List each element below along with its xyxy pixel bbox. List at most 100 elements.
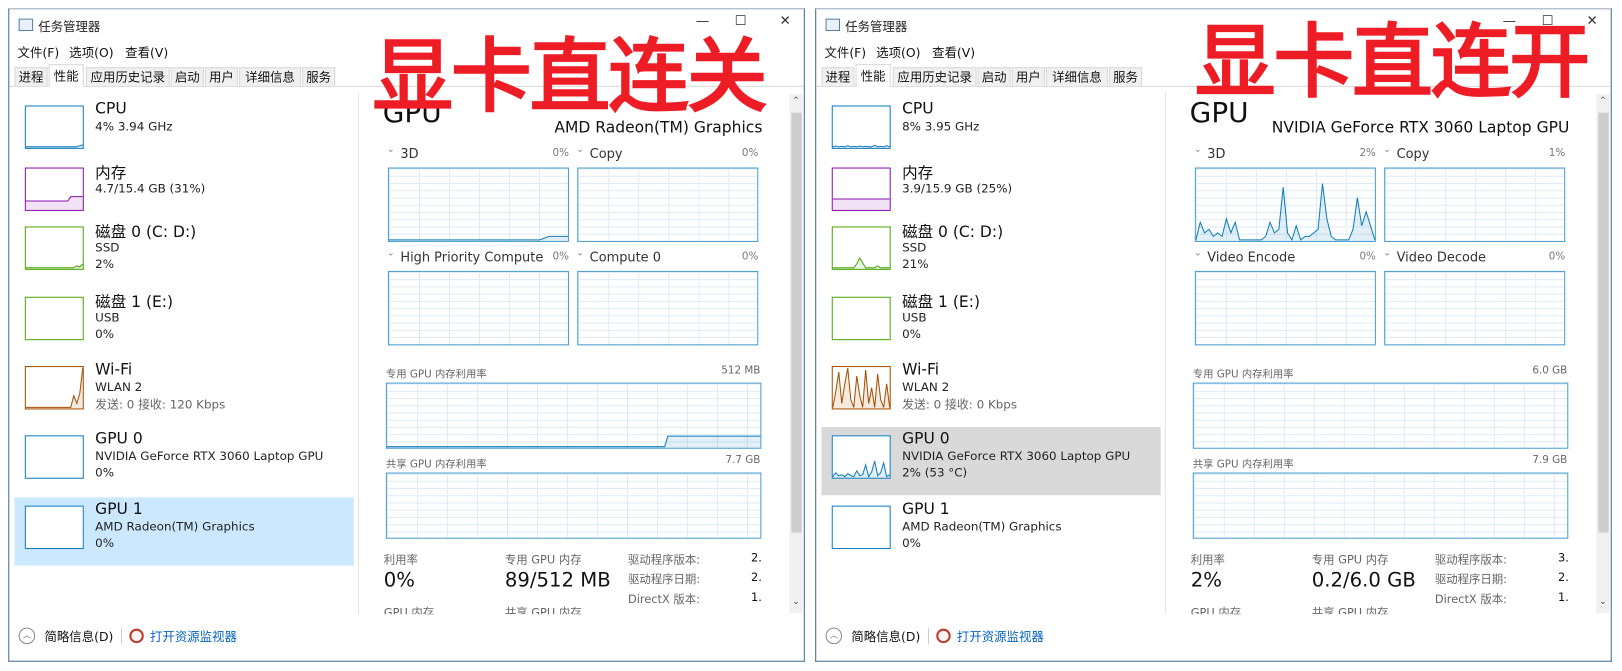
sidebar-thumbnail-graph [831, 226, 891, 270]
engine-label[interactable]: Copy [590, 146, 623, 162]
property-name: 驱动程序版本: [1434, 553, 1507, 567]
dedicated-memory-usage [386, 435, 761, 448]
engine-graph [387, 270, 569, 346]
menu-item[interactable]: 选项(O) [876, 43, 920, 61]
tab-1[interactable]: 性能 [855, 64, 891, 87]
engine-label[interactable]: 3D [1207, 146, 1225, 162]
tab-6[interactable]: 服务 [302, 67, 336, 86]
chevron-down-icon[interactable]: ⌄ [1194, 145, 1202, 155]
tab-0[interactable]: 进程 [821, 67, 855, 86]
thumbnail-sparkline [832, 256, 890, 269]
thumbnail-sparkline [25, 196, 83, 210]
sidebar-item-detail: 0% [95, 326, 115, 342]
tab-1[interactable]: 性能 [48, 64, 84, 87]
property-name: 驱动程序版本: [627, 553, 701, 567]
tab-2[interactable]: 应用历史记录 [85, 67, 170, 86]
engine-graph [387, 167, 569, 242]
engine-percent: 2% [1359, 147, 1376, 160]
overlay-caption-off: 显卡直连关 [372, 31, 767, 125]
menu-item[interactable]: 文件(F) [824, 43, 866, 61]
tab-6[interactable]: 服务 [1108, 67, 1143, 86]
thumbnail-sparkline-line [832, 144, 890, 148]
property-value: 2. [751, 570, 762, 585]
sidebar-item-detail: 0% [902, 535, 921, 551]
collapse-chevron-icon[interactable]: ︿ [18, 627, 36, 645]
sidebar-item-detail: 21% [902, 256, 929, 271]
engine-label[interactable]: Video Encode [1207, 249, 1295, 265]
sidebar-item-detail: 8% 3.95 GHz [902, 118, 980, 134]
sidebar-item-detail: WLAN 2 [902, 379, 950, 394]
sidebar-item-title: 磁盘 1 (E:) [95, 292, 174, 312]
thumbnail-sparkline [832, 460, 890, 478]
scroll-up-arrow[interactable]: ⌃ [1596, 96, 1609, 106]
tab-0[interactable]: 进程 [14, 67, 48, 86]
chevron-down-icon[interactable]: ⌄ [1194, 248, 1202, 258]
menu-item[interactable]: 文件(F) [18, 43, 60, 61]
chevron-down-icon[interactable]: ⌄ [1383, 145, 1391, 155]
property-value: 1. [751, 590, 762, 604]
chevron-down-icon[interactable]: ⌄ [387, 145, 395, 155]
sidebar-item-title: Wi-Fi [95, 359, 133, 379]
utilization-label: 利用率 [1190, 553, 1225, 567]
sidebar-thumbnail-graph [831, 296, 891, 341]
thumbnail-sparkline [25, 144, 83, 148]
collapse-chevron-icon[interactable]: ︿ [825, 627, 843, 645]
overlay-caption-on: 显卡直连开 [1194, 16, 1590, 110]
scrollbar-thumb[interactable] [1598, 112, 1609, 533]
sidebar-item-detail: 0% [95, 465, 115, 480]
tab-2[interactable]: 应用历史记录 [892, 67, 977, 86]
engine-label[interactable]: Copy [1397, 146, 1430, 162]
tab-4[interactable]: 用户 [1011, 67, 1045, 86]
engine-graph [1194, 167, 1376, 242]
tab-4[interactable]: 用户 [204, 67, 238, 86]
sidebar-item-detail: 4% 3.94 GHz [95, 118, 173, 134]
scrollbar-thumb[interactable] [791, 112, 802, 533]
sidebar-item-title: CPU [95, 99, 127, 118]
sidebar-item-title: Wi-Fi [902, 359, 940, 379]
resource-monitor-icon [936, 628, 951, 644]
engine-label[interactable]: Video Decode [1397, 249, 1486, 265]
sidebar-item-detail: NVIDIA GeForce RTX 3060 Laptop GPU [95, 448, 324, 464]
scroll-down-arrow[interactable]: ⌄ [1596, 597, 1609, 607]
chevron-down-icon[interactable]: ⌄ [576, 248, 584, 258]
open-resource-monitor-link[interactable]: 打开资源监视器 [150, 628, 237, 646]
sidebar-item-title: GPU 1 [902, 499, 950, 519]
scroll-up-arrow[interactable]: ⌃ [789, 96, 802, 106]
tab-5[interactable]: 详细信息 [238, 67, 302, 86]
menu-item[interactable]: 查看(V) [125, 43, 168, 61]
chevron-down-icon[interactable]: ⌄ [1383, 248, 1391, 258]
engine-label[interactable]: High Priority Compute [400, 249, 543, 265]
scroll-down-arrow[interactable]: ⌄ [789, 597, 802, 607]
performance-content: CPU 4% 3.94 GHz 内存 4.7/15.4 GB (31%) 磁盘 0 (C… [9, 87, 803, 615]
engine-percent: 1% [1548, 147, 1566, 160]
engine-label[interactable]: 3D [400, 146, 418, 162]
panel-divider [357, 92, 359, 615]
dedicated-memory-label: 专用 GPU 内存利用率 [1192, 369, 1294, 381]
thumbnail-sparkline-area [832, 199, 890, 210]
engine-label[interactable]: Compute 0 [590, 249, 661, 265]
property-value: 3. [1557, 551, 1569, 565]
tab-3[interactable]: 启动 [170, 67, 204, 86]
menu-item[interactable]: 选项(O) [69, 43, 113, 61]
sidebar-thumbnail-graph [24, 226, 84, 270]
menu-item[interactable]: 查看(V) [932, 43, 975, 61]
sidebar-thumbnail-graph [24, 505, 84, 550]
sidebar-item-detail: AMD Radeon(TM) Graphics [902, 519, 1062, 534]
chevron-down-icon[interactable]: ⌄ [576, 145, 584, 155]
sidebar-item-detail: 2% (53 °C) [902, 465, 968, 480]
tab-5[interactable]: 详细信息 [1045, 67, 1108, 86]
tab-3[interactable]: 启动 [977, 67, 1011, 86]
shared-memory-label: 共享 GPU 内存利用率 [1192, 459, 1294, 471]
fewer-details-button[interactable]: 简略信息(D) [851, 628, 920, 646]
open-resource-monitor-link[interactable]: 打开资源监视器 [957, 628, 1044, 646]
thumbnail-sparkline [832, 144, 890, 148]
sidebar-item-title: CPU [902, 99, 934, 118]
fewer-details-button[interactable]: 简略信息(D) [44, 628, 113, 646]
chevron-down-icon[interactable]: ⌄ [387, 248, 395, 258]
resource-monitor-icon [129, 628, 144, 644]
sidebar-item-title: GPU 1 [95, 499, 143, 519]
sidebar-item-detail: SSD [902, 239, 927, 255]
close-button[interactable]: ✕ [775, 13, 796, 29]
utilization-value: 0% [383, 568, 415, 592]
thumbnail-sparkline [832, 198, 890, 210]
